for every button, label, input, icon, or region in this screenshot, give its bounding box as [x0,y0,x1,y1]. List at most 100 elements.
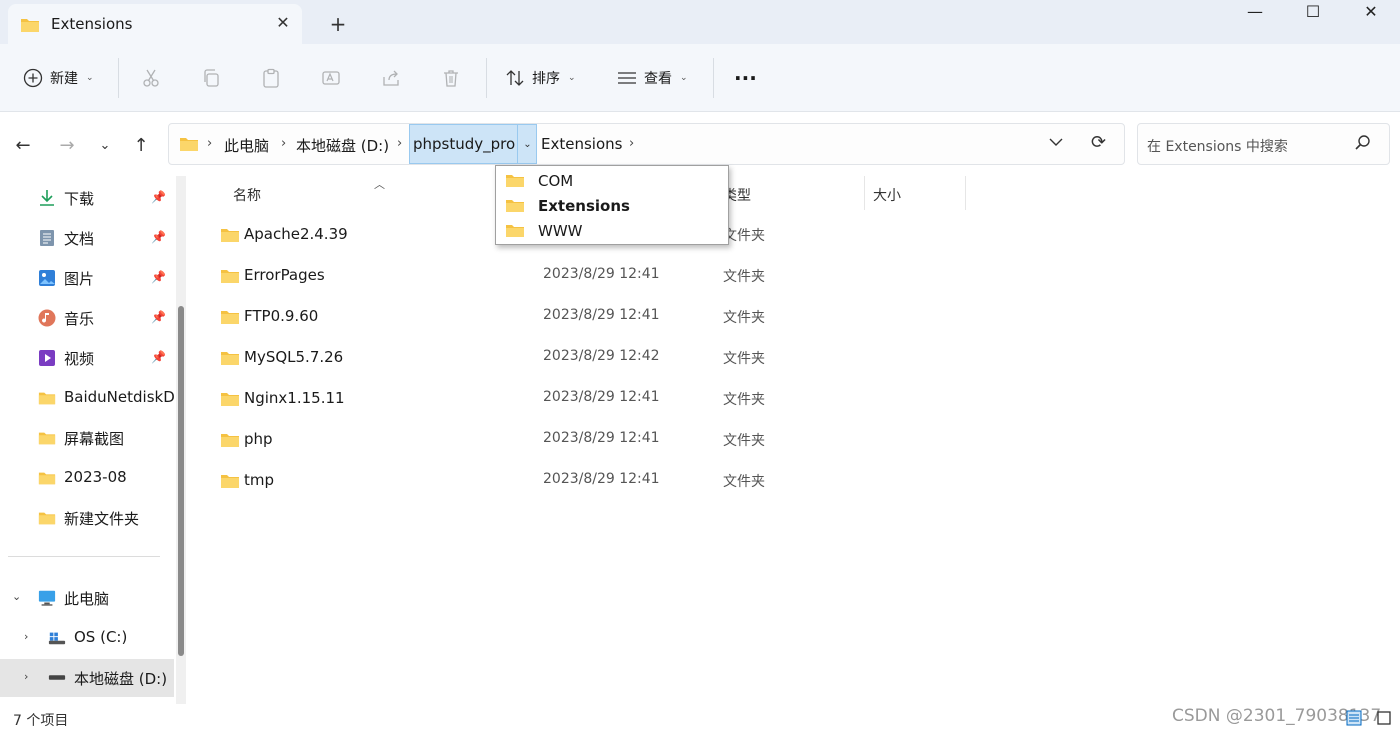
sidebar-item-pictures[interactable]: 图片 📌 [0,259,174,295]
sidebar-item-baidunetdisk[interactable]: BaiduNetdiskD [0,379,175,415]
new-tab-button[interactable]: + [326,12,350,36]
file-row[interactable]: MySQL5.7.26 2023/8/29 12:42 文件夹 [190,338,1400,378]
file-date: 2023/8/29 12:42 [543,348,660,364]
crumb-drive-d[interactable]: 本地磁盘 (D:) [296,135,389,156]
divider [118,58,119,98]
menu-item-www[interactable]: WWW [496,218,728,243]
scrollbar-thumb[interactable] [178,306,184,656]
file-list: ︿ 名称 类型 大小 Apache2.4.39 文件夹 ErrorPages 2… [190,176,1400,704]
sidebar-item-music[interactable]: 音乐 📌 [0,299,174,335]
sidebar-item-label: 此电脑 [64,590,110,608]
computer-icon [38,589,56,607]
file-row[interactable]: FTP0.9.60 2023/8/29 12:41 文件夹 [190,297,1400,337]
new-button[interactable]: 新建 ⌄ [22,60,94,96]
tiles-view-icon[interactable] [1374,708,1394,728]
music-icon [38,309,56,327]
sidebar-scrollbar[interactable] [176,176,186,704]
close-window-button[interactable]: ✕ [1342,0,1400,26]
sidebar-item-videos[interactable]: 视频 📌 [0,339,174,375]
back-button[interactable]: ← [9,132,37,158]
new-label: 新建 [50,71,78,87]
view-label: 查看 [644,71,672,87]
sidebar-item-this-pc[interactable]: ⌄ 此电脑 [0,579,174,615]
rename-button[interactable] [320,60,342,96]
sort-button[interactable]: 排序 ⌄ [504,60,576,96]
crumb-this-pc[interactable]: 此电脑 [224,135,269,156]
file-name: MySQL5.7.26 [244,348,344,366]
file-type: 文件夹 [723,474,765,490]
sidebar-item-downloads[interactable]: 下载 📌 [0,179,174,215]
delete-button[interactable] [440,60,462,96]
cut-button[interactable] [140,60,162,96]
folder-icon [505,174,525,192]
file-name: FTP0.9.60 [244,307,319,325]
recent-locations-button[interactable]: ⌄ [91,132,119,158]
up-button[interactable]: ↑ [127,132,155,158]
search-box[interactable]: 在 Extensions 中搜索 [1137,123,1390,165]
folder-icon [220,227,240,247]
details-view-icon[interactable] [1344,708,1364,728]
more-options-button[interactable]: ··· [734,60,757,96]
menu-item-extensions[interactable]: Extensions [496,193,728,218]
minimize-button[interactable]: — [1226,0,1284,26]
chevron-down-icon[interactable]: ⌄ [12,590,21,603]
file-date: 2023/8/29 12:41 [543,389,660,405]
folder-icon [220,309,240,329]
column-header-size[interactable]: 大小 [873,185,901,205]
close-tab-icon[interactable]: ✕ [272,12,294,34]
chevron-right-icon[interactable]: › [24,630,28,643]
file-name: Apache2.4.39 [244,225,348,243]
search-icon [1354,134,1372,156]
pin-icon: 📌 [151,230,166,244]
document-icon [38,229,56,247]
menu-item-com[interactable]: COM [496,168,728,193]
maximize-button[interactable]: ☐ [1284,0,1342,26]
sidebar-item-2023-08[interactable]: 2023-08 [0,459,174,495]
menu-item-label: COM [538,172,574,190]
refresh-icon[interactable]: ⟳ [1091,132,1106,153]
folder-icon [220,432,240,452]
file-type: 文件夹 [723,433,765,449]
sidebar-item-label: 2023-08 [64,468,127,486]
sidebar-item-new-folder[interactable]: 新建文件夹 [0,499,174,535]
crumb-extensions[interactable]: Extensions [541,135,622,153]
tab-extensions[interactable]: Extensions ✕ [8,4,302,44]
sidebar-item-label: 音乐 [64,310,95,328]
file-row[interactable]: ErrorPages 2023/8/29 12:41 文件夹 [190,256,1400,296]
view-button[interactable]: 查看 ⌄ [616,60,688,96]
sidebar-item-label: 下载 [64,190,95,208]
sidebar-item-documents[interactable]: 文档 📌 [0,219,174,255]
sort-icon [504,67,526,89]
address-bar[interactable]: ⌄ › 此电脑 › 本地磁盘 (D:) › phpstudy_pro Exten… [168,123,1125,165]
chevron-right-icon: › [207,136,213,151]
folder-icon [38,389,56,407]
menu-item-label: Extensions [538,197,630,215]
forward-button[interactable]: → [53,132,81,158]
chevron-down-icon: ⌄ [523,138,532,150]
divider [486,58,487,98]
folder-icon [220,268,240,288]
sidebar-item-drive-d[interactable]: › 本地磁盘 (D:) [0,659,174,697]
file-name: php [244,430,273,448]
crumb-dropdown-button[interactable]: ⌄ [517,124,537,164]
file-row[interactable]: Nginx1.15.11 2023/8/29 12:41 文件夹 [190,379,1400,419]
file-row[interactable]: Apache2.4.39 文件夹 [190,215,1400,255]
file-type: 文件夹 [723,310,765,326]
file-row[interactable]: tmp 2023/8/29 12:41 文件夹 [190,461,1400,501]
column-divider[interactable] [864,176,865,210]
sidebar-item-screenshots[interactable]: 屏幕截图 [0,419,174,455]
column-header-name[interactable]: 名称 [233,185,261,205]
view-list-icon [616,67,638,89]
column-divider[interactable] [965,176,966,210]
sidebar-item-drive-c[interactable]: › OS (C:) [0,619,174,655]
search-placeholder: 在 Extensions 中搜索 [1147,139,1288,155]
crumb-phpstudy-pro[interactable]: phpstudy_pro [413,135,515,153]
address-history-dropdown[interactable] [1049,136,1063,150]
paste-button[interactable] [260,60,282,96]
share-button[interactable] [380,60,402,96]
file-date: 2023/8/29 12:41 [543,266,660,282]
file-row[interactable]: php 2023/8/29 12:41 文件夹 [190,420,1400,460]
chevron-down-icon: ⌄ [680,73,688,83]
chevron-right-icon[interactable]: › [24,670,28,683]
copy-button[interactable] [200,60,222,96]
